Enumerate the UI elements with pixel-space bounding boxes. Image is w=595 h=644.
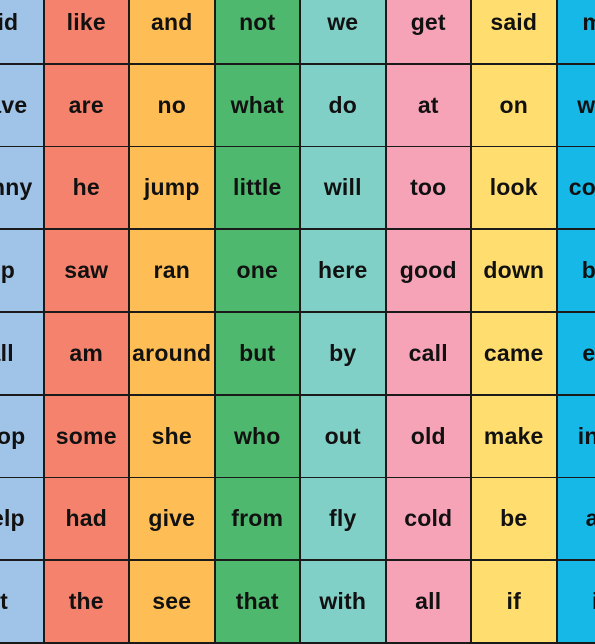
- word-card: will: [301, 147, 385, 228]
- word-card: are: [45, 65, 129, 146]
- word-card: have: [0, 65, 43, 146]
- word-card: come: [558, 147, 595, 228]
- word-card: did: [0, 0, 43, 63]
- word-card: what: [216, 65, 300, 146]
- word-card: cold: [387, 478, 471, 559]
- word-card: some: [45, 396, 129, 477]
- grid-row: upsawranoneheregooddownbig: [0, 230, 595, 313]
- word-card: fly: [301, 478, 385, 559]
- word-card: down: [472, 230, 556, 311]
- word-card: by: [301, 313, 385, 394]
- word-card: give: [130, 478, 214, 559]
- word-card: who: [216, 396, 300, 477]
- word-card: stop: [0, 396, 43, 477]
- word-card: an: [558, 478, 595, 559]
- word-card: that: [216, 561, 300, 642]
- grid-row: stopsomeshewhooutoldmakeinto: [0, 396, 595, 479]
- word-card: had: [45, 478, 129, 559]
- word-card: it: [0, 561, 43, 642]
- word-card: be: [472, 478, 556, 559]
- word-card: we: [301, 0, 385, 63]
- word-card: eat: [558, 313, 595, 394]
- word-card: at: [387, 65, 471, 146]
- word-card: if: [472, 561, 556, 642]
- grid-row: helphadgivefromflycoldbean: [0, 478, 595, 561]
- word-card: but: [216, 313, 300, 394]
- word-card: saw: [45, 230, 129, 311]
- word-card: and: [130, 0, 214, 63]
- word-card: my: [558, 0, 595, 63]
- word-card: from: [216, 478, 300, 559]
- word-card: funny: [0, 147, 43, 228]
- word-card: do: [301, 65, 385, 146]
- word-card: all: [387, 561, 471, 642]
- word-card: jump: [130, 147, 214, 228]
- word-card: said: [472, 0, 556, 63]
- grid-row: funnyhejumplittlewilltoolookcome: [0, 147, 595, 230]
- word-card: all: [0, 313, 43, 394]
- word-card: he: [45, 147, 129, 228]
- word-card: the: [45, 561, 129, 642]
- word-card: good: [387, 230, 471, 311]
- word-card: on: [472, 65, 556, 146]
- word-card: look: [472, 147, 556, 228]
- grid-row: didlikeandnotwegetsaidmy: [0, 0, 595, 65]
- word-card: help: [0, 478, 43, 559]
- grid-row: havearenowhatdoatonwas: [0, 65, 595, 148]
- word-card: call: [387, 313, 471, 394]
- word-card: one: [216, 230, 300, 311]
- word-card: ran: [130, 230, 214, 311]
- word-card: not: [216, 0, 300, 63]
- word-card: am: [45, 313, 129, 394]
- word-card: she: [130, 396, 214, 477]
- word-card: get: [387, 0, 471, 63]
- word-card: was: [558, 65, 595, 146]
- word-card: here: [301, 230, 385, 311]
- word-card: with: [301, 561, 385, 642]
- word-card: no: [130, 65, 214, 146]
- word-card: too: [387, 147, 471, 228]
- grid-row: ittheseethatwithallifit: [0, 561, 595, 644]
- word-card: around: [130, 313, 214, 394]
- word-card: see: [130, 561, 214, 642]
- word-card: like: [45, 0, 129, 63]
- word-card: big: [558, 230, 595, 311]
- grid-row: allamaroundbutbycallcameeat: [0, 313, 595, 396]
- word-card: up: [0, 230, 43, 311]
- word-card: make: [472, 396, 556, 477]
- word-card: it: [558, 561, 595, 642]
- word-card: came: [472, 313, 556, 394]
- word-card: out: [301, 396, 385, 477]
- word-card: old: [387, 396, 471, 477]
- word-card: into: [558, 396, 595, 477]
- word-card: little: [216, 147, 300, 228]
